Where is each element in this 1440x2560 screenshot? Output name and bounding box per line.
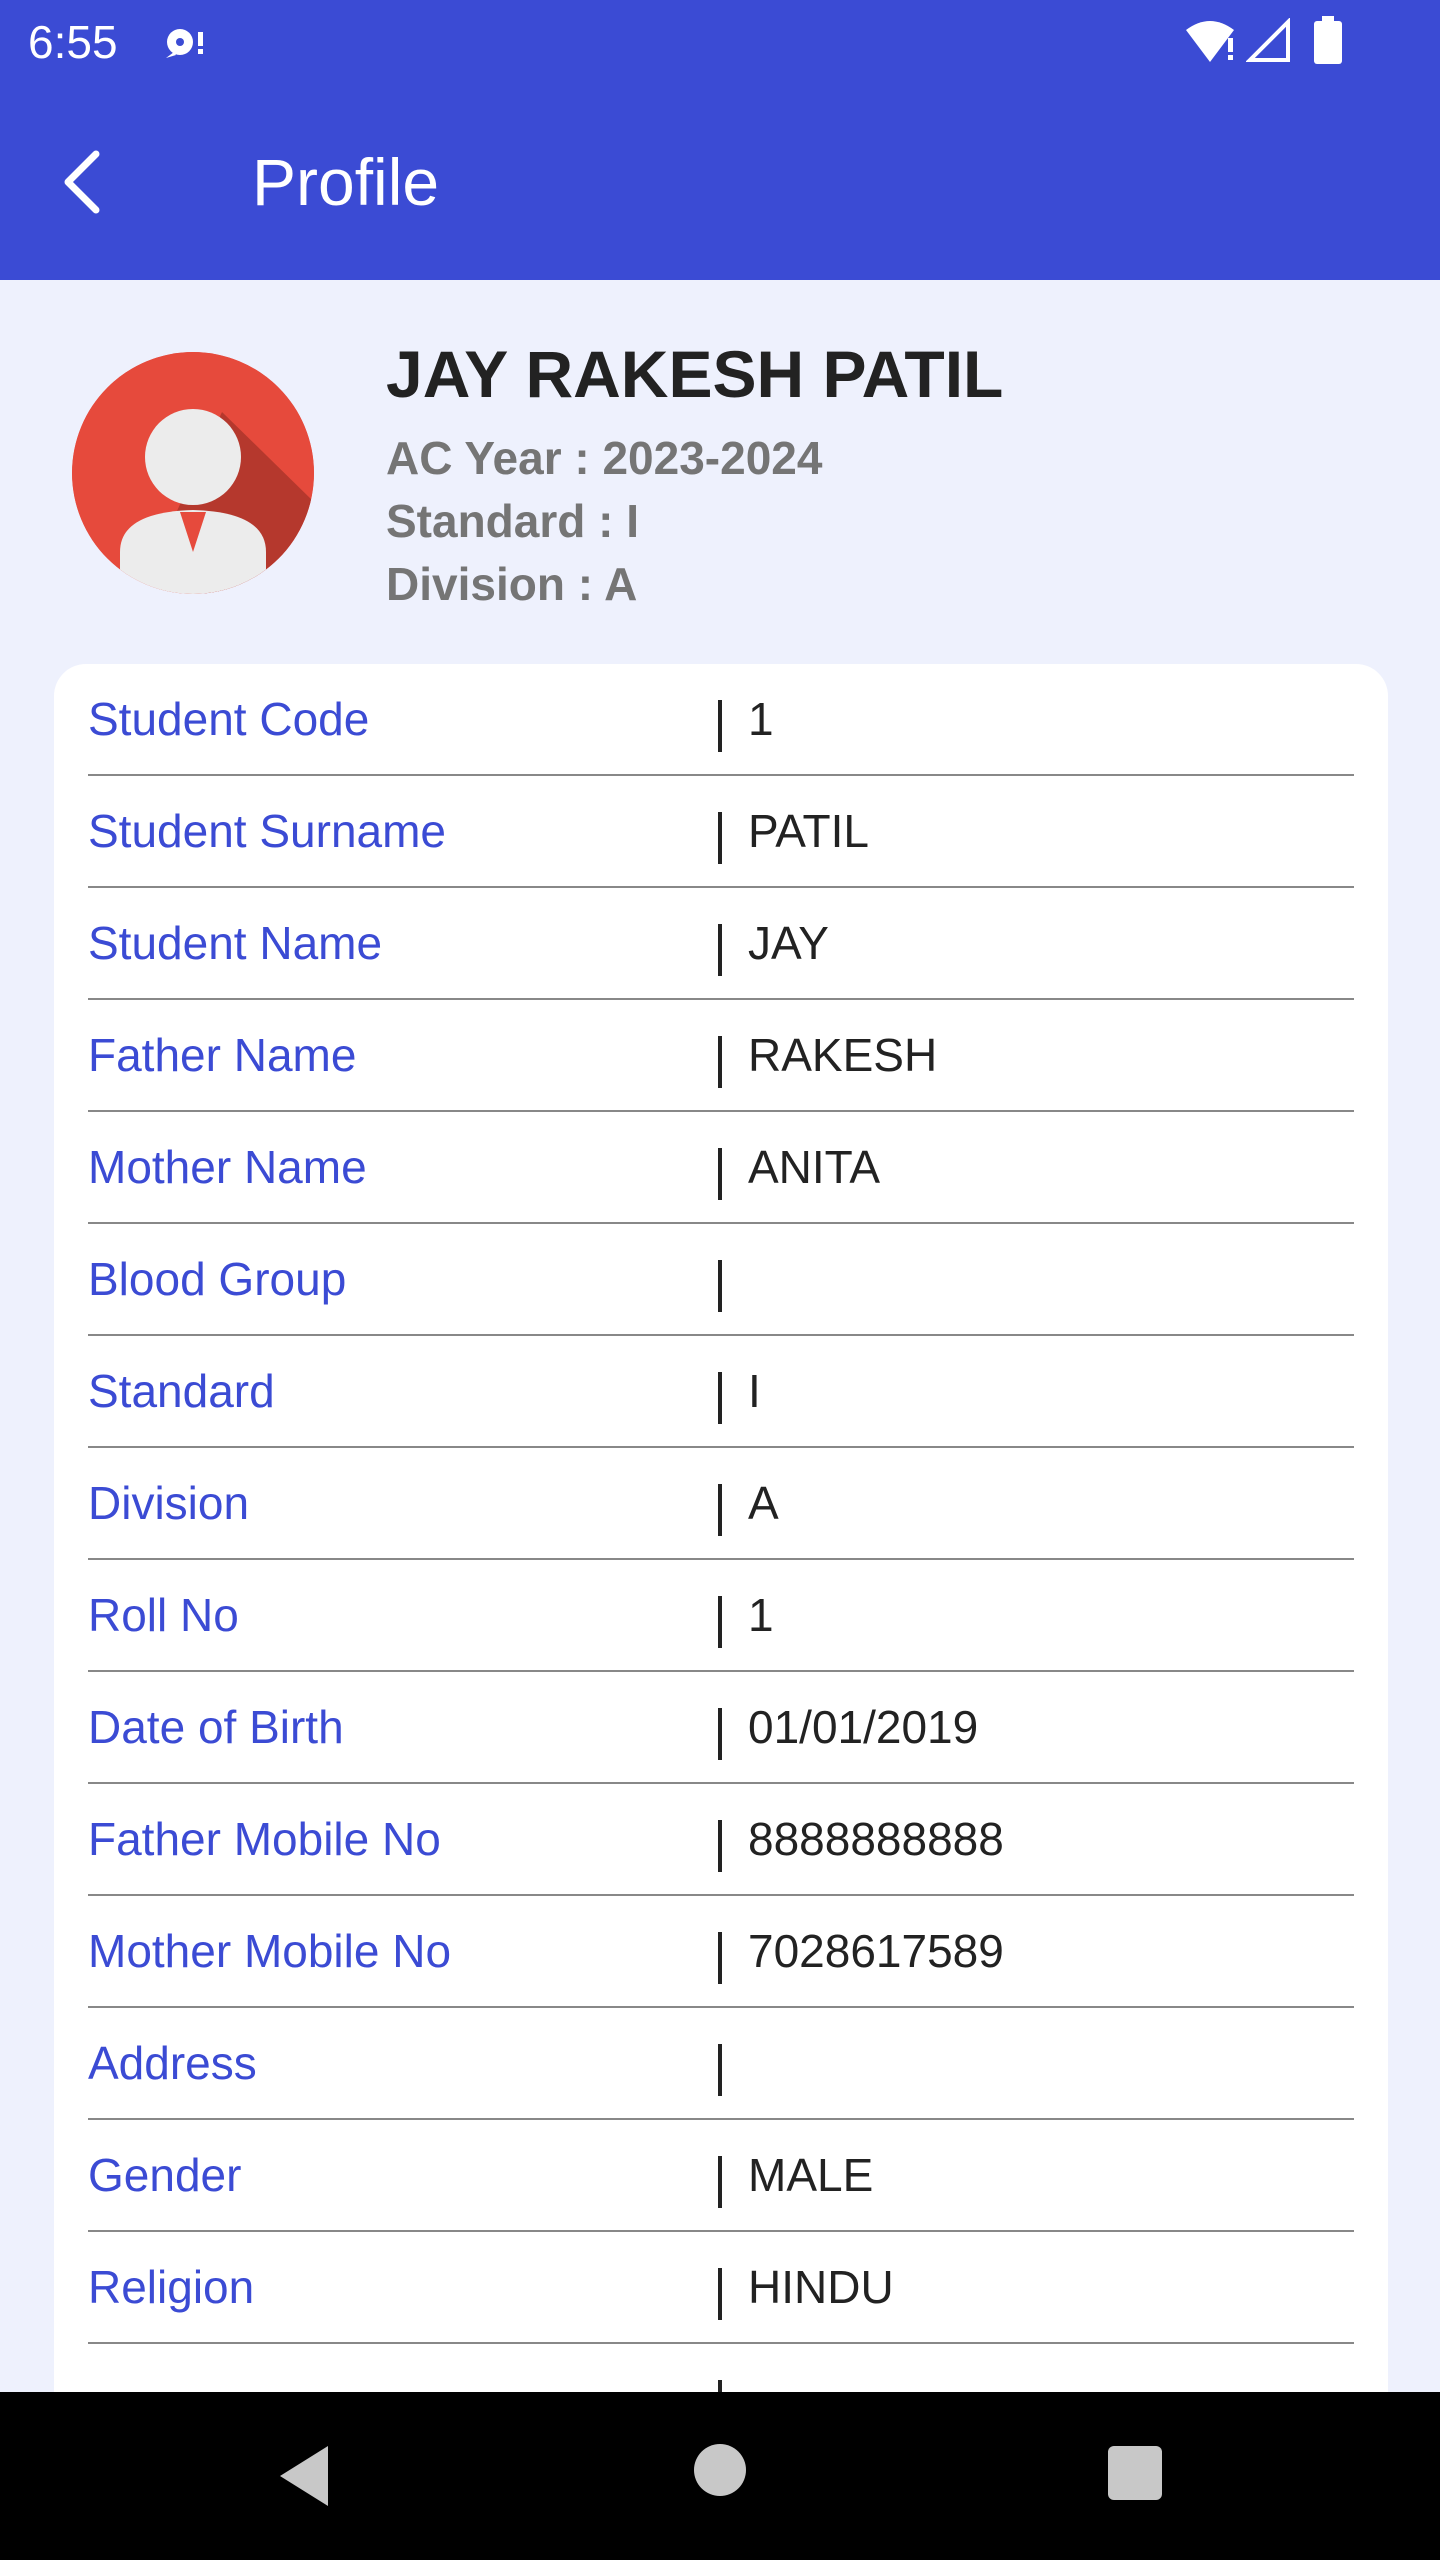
detail-label: Student Code: [88, 693, 370, 745]
detail-row-date-of-birth: Date of Birth 01/01/2019: [88, 1672, 1354, 1784]
standard-summary: Standard : I: [386, 495, 640, 547]
user-avatar-icon: [72, 352, 314, 594]
detail-label: Student Name: [88, 917, 383, 969]
detail-label: Student Surname: [88, 805, 447, 857]
detail-row-gender: Gender MALE: [88, 2120, 1354, 2232]
detail-label: Father Mobile No: [88, 1813, 441, 1865]
detail-value: HINDU: [748, 2261, 894, 2313]
detail-value: JAY: [748, 917, 829, 969]
row-separator: [718, 1484, 722, 1536]
wifi-icon: [1186, 21, 1234, 62]
detail-row-student-name: Student Name JAY: [88, 888, 1354, 1000]
row-separator: [718, 1148, 722, 1200]
detail-row-father-name: Father Name RAKESH: [88, 1000, 1354, 1112]
row-separator: [718, 1036, 722, 1088]
detail-label: Division: [88, 1477, 250, 1529]
page-title: Profile: [252, 145, 440, 219]
academic-year: AC Year : 2023-2024: [386, 432, 823, 484]
row-separator: [718, 1596, 722, 1648]
student-details-card: Student Code 1 Student Surname PATIL Stu…: [54, 664, 1388, 2560]
profile-screen: 6:55 Profile JAY RAKESH PATIL AC Year: …: [0, 0, 1440, 2560]
nav-recents-icon[interactable]: [1108, 2446, 1162, 2500]
row-separator: [718, 1708, 722, 1760]
detail-label: Blood Group: [88, 1253, 347, 1305]
detail-label: Mother Name: [88, 1141, 367, 1193]
detail-value: 01/01/2019: [748, 1701, 979, 1753]
system-navigation-bar: [0, 2392, 1440, 2560]
detail-row-father-mobile: Father Mobile No 8888888888: [88, 1784, 1354, 1896]
detail-row-address: Address: [88, 2008, 1354, 2120]
detail-label: Gender: [88, 2149, 242, 2201]
row-separator: [718, 1820, 722, 1872]
detail-row-roll-no: Roll No 1: [88, 1560, 1354, 1672]
detail-label: Roll No: [88, 1589, 239, 1641]
detail-label: Father Name: [88, 1029, 357, 1081]
detail-label: Date of Birth: [88, 1701, 344, 1753]
division-summary: Division : A: [386, 558, 638, 610]
status-time: 6:55: [28, 16, 118, 68]
detail-value: PATIL: [748, 805, 869, 857]
detail-row-student-code: Student Code 1: [88, 664, 1354, 776]
detail-value: RAKESH: [748, 1029, 938, 1081]
detail-value: 1: [748, 693, 774, 745]
notification-icon: [166, 29, 203, 58]
row-separator: [718, 924, 722, 976]
student-full-name: JAY RAKESH PATIL: [386, 337, 1004, 411]
detail-row-mother-mobile: Mother Mobile No 7028617589: [88, 1896, 1354, 2008]
detail-value: 8888888888: [748, 1813, 1004, 1865]
detail-value: 1: [748, 1589, 774, 1641]
back-arrow-icon[interactable]: [50, 144, 120, 220]
detail-row-blood-group: Blood Group: [88, 1224, 1354, 1336]
row-separator: [718, 2156, 722, 2208]
row-separator: [718, 1372, 722, 1424]
detail-row-standard: Standard I: [88, 1336, 1354, 1448]
status-bar: 6:55: [0, 0, 1440, 84]
app-bar: Profile: [0, 84, 1440, 280]
detail-value: I: [748, 1365, 761, 1417]
row-separator: [718, 2044, 722, 2096]
row-separator: [718, 812, 722, 864]
detail-label: Standard: [88, 1365, 275, 1417]
detail-value: 7028617589: [748, 1925, 1004, 1977]
row-separator: [718, 1260, 722, 1312]
detail-value: A: [748, 1477, 779, 1529]
row-separator: [718, 1932, 722, 1984]
row-separator: [718, 2268, 722, 2320]
detail-row-division: Division A: [88, 1448, 1354, 1560]
detail-label: Religion: [88, 2261, 255, 2313]
detail-value: ANITA: [748, 1141, 881, 1193]
detail-label: Address: [88, 2037, 257, 2089]
detail-row-student-surname: Student Surname PATIL: [88, 776, 1354, 888]
row-separator: [718, 700, 722, 752]
detail-row-religion: Religion HINDU: [88, 2232, 1354, 2344]
battery-icon: [1314, 16, 1342, 64]
nav-back-icon[interactable]: [272, 2436, 352, 2516]
detail-label: Mother Mobile No: [88, 1925, 452, 1977]
signal-icon: [1246, 18, 1290, 62]
nav-home-icon[interactable]: [694, 2444, 746, 2496]
detail-value: MALE: [748, 2149, 874, 2201]
detail-row-mother-name: Mother Name ANITA: [88, 1112, 1354, 1224]
